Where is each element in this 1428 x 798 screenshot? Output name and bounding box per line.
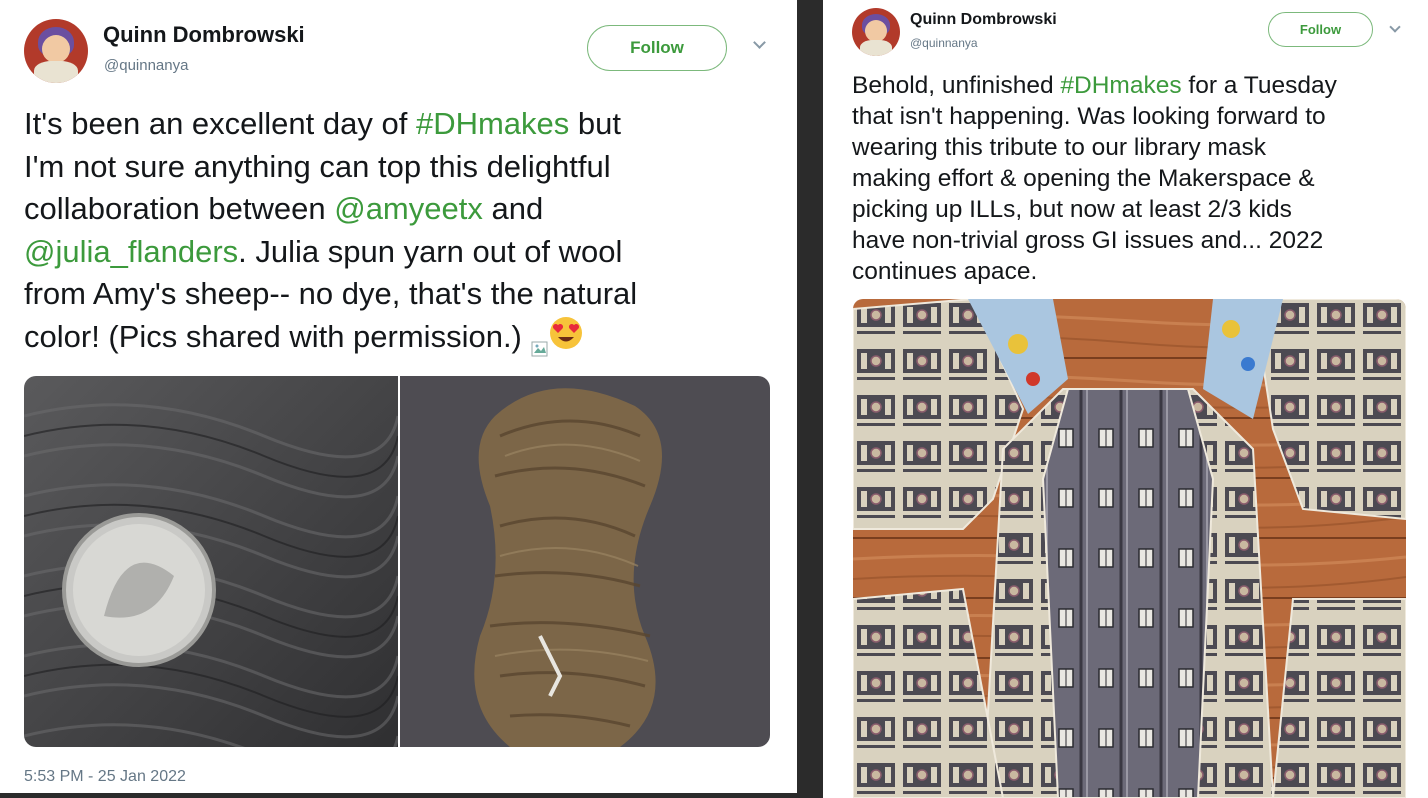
author-avatar[interactable] — [24, 19, 88, 83]
author-name[interactable]: Quinn Dombrowski — [103, 22, 305, 48]
avatar-face — [865, 20, 887, 42]
tweet-text-line: wearing this tribute to our library mask — [852, 132, 1337, 163]
tweet-text-line: It's been an excellent day of #DHmakes b… — [24, 103, 637, 146]
tweet-text-segment: from Amy's sheep-- no dye, that's the na… — [24, 276, 638, 311]
tweet-text-line: Behold, unfinished #DHmakes for a Tuesda… — [852, 70, 1337, 101]
tweet-text: Behold, unfinished #DHmakes for a Tuesda… — [852, 70, 1337, 287]
tweet-text-segment: continues apace. — [852, 258, 1038, 285]
tweet-text-line: that isn't happening. Was looking forwar… — [852, 101, 1337, 132]
hashtag-link[interactable]: #DHmakes — [1060, 72, 1181, 99]
tweet-text-segment: Behold, unfinished — [852, 72, 1061, 99]
tweet-timestamp[interactable]: 5:53 PM - 25 Jan 2022 — [24, 768, 186, 786]
tweet-text: It's been an excellent day of #DHmakes b… — [24, 103, 637, 361]
tweet-text-segment: making effort & opening the Makerspace & — [852, 165, 1315, 192]
tweet-card-right: Quinn Dombrowski @quinnanya Follow Behol… — [823, 0, 1428, 798]
tweet-text-line: @julia_flanders. Julia spun yarn out of … — [24, 231, 637, 274]
tweet-text-segment: have non-trivial gross GI issues and... … — [852, 227, 1324, 254]
tweet-text-line: I'm not sure anything can top this delig… — [24, 146, 637, 189]
tweet-text-segment: and — [482, 191, 544, 226]
tweet-photo-yarn-skein[interactable] — [400, 376, 770, 747]
tweet-text-line: have non-trivial gross GI issues and... … — [852, 225, 1337, 256]
tweet-text-line: continues apace. — [852, 256, 1337, 287]
tweet-text-line: picking up ILLs, but now at least 2/3 ki… — [852, 194, 1337, 225]
heart-eyes-emoji-icon — [549, 316, 583, 362]
yarn-skein-image — [400, 376, 770, 747]
tweet-text-line: collaboration between @amyeetx and — [24, 188, 637, 231]
tweet-text-segment: but — [569, 106, 621, 141]
follow-button[interactable]: Follow — [1268, 12, 1373, 47]
avatar-shirt — [860, 40, 892, 56]
mention-link[interactable]: @julia_flanders — [24, 234, 238, 269]
tweet-text-segment: I'm not sure anything can top this delig… — [24, 148, 611, 184]
yarn-closeup-image — [24, 376, 398, 747]
tweet-text-segment: that isn't happening. Was looking forwar… — [852, 103, 1326, 130]
tweet-photo-yarn-closeup[interactable] — [24, 376, 398, 747]
author-handle[interactable]: @quinnanya — [104, 57, 188, 74]
dress-fabric-image — [853, 299, 1406, 798]
mention-link[interactable]: @amyeetx — [334, 191, 483, 226]
author-name[interactable]: Quinn Dombrowski — [910, 11, 1057, 29]
tweet-text-segment: wearing this tribute to our library mask — [852, 134, 1266, 161]
avatar-shirt — [34, 61, 78, 83]
tweet-card-left: Quinn Dombrowski @quinnanya Follow It's … — [0, 0, 797, 793]
hashtag-link[interactable]: #DHmakes — [416, 106, 569, 141]
tweet-text-line: color! (Pics shared with permission.) — [24, 316, 637, 362]
tweet-text-segment: color! (Pics shared with permission.) — [24, 318, 531, 354]
avatar-face — [42, 35, 70, 63]
tweet-photo-dress-fabric[interactable] — [853, 299, 1406, 798]
author-handle[interactable]: @quinnanya — [910, 36, 978, 50]
tweet-text-segment: for a Tuesday — [1181, 72, 1337, 99]
tweet-text-segment: It's been an excellent day of — [24, 106, 416, 141]
tweet-text-line: making effort & opening the Makerspace & — [852, 163, 1337, 194]
tweet-text-segment: . Julia spun yarn out of wool — [238, 233, 623, 269]
follow-button[interactable]: Follow — [587, 25, 727, 71]
tweet-text-line: from Amy's sheep-- no dye, that's the na… — [24, 273, 637, 316]
author-avatar[interactable] — [852, 8, 900, 56]
tweet-text-segment: collaboration between — [24, 191, 335, 226]
broken-image-icon — [531, 328, 549, 357]
tweet-text-segment: picking up ILLs, but now at least 2/3 ki… — [852, 196, 1292, 223]
